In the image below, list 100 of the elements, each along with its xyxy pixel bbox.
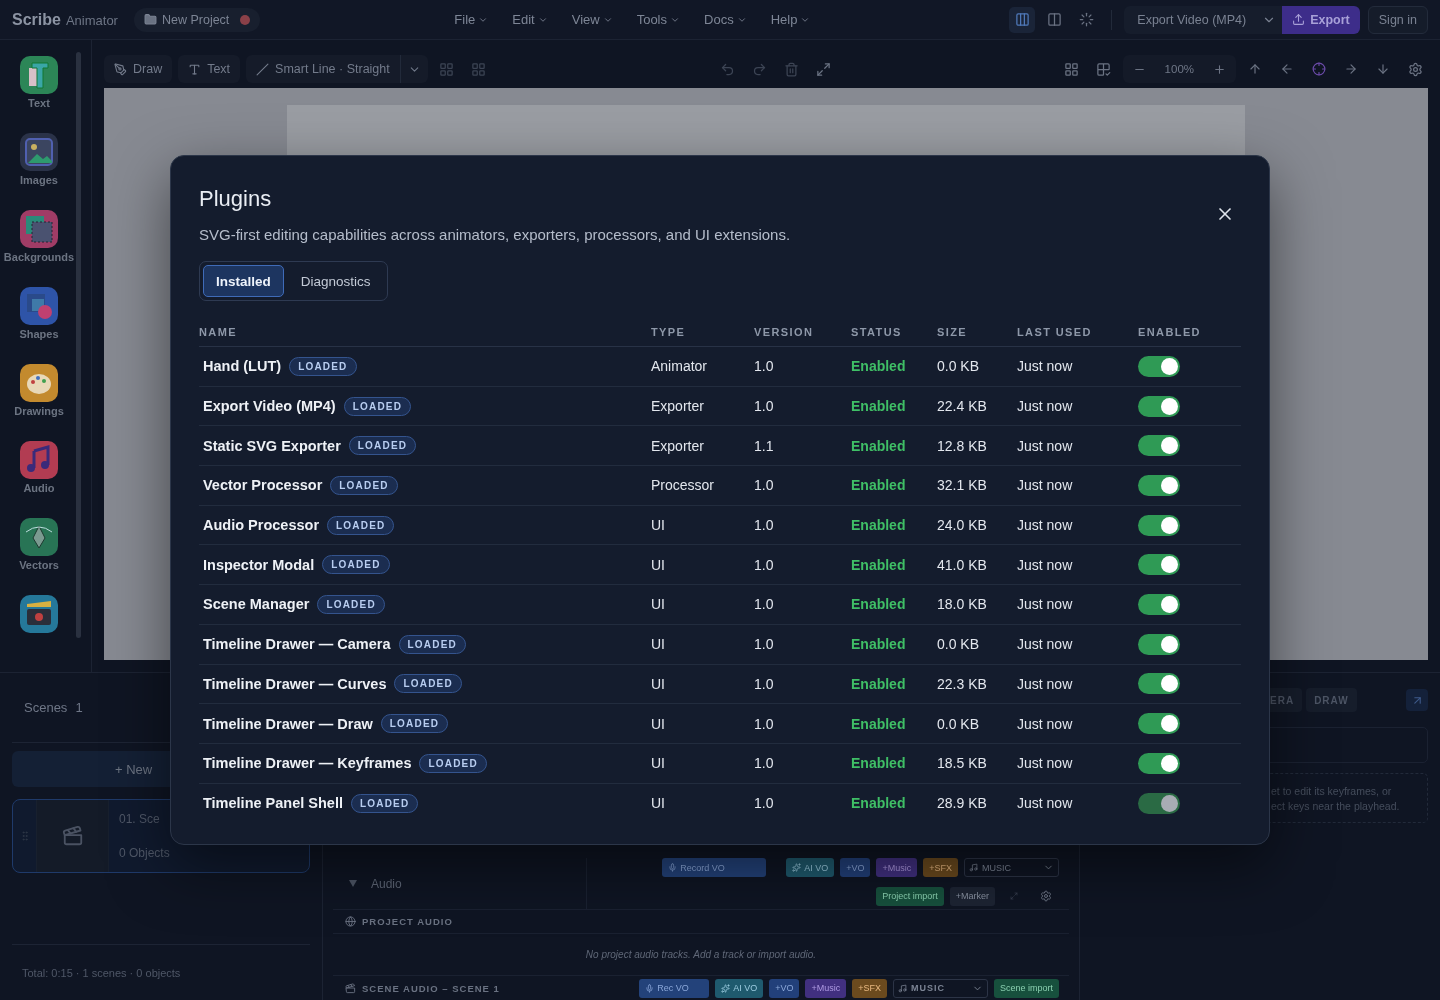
record-button[interactable]: Record VO bbox=[662, 858, 767, 877]
table-cell-text: UI bbox=[651, 636, 666, 653]
app-subtitle: Animator bbox=[65, 13, 118, 28]
sparkle-icon bbox=[721, 983, 731, 993]
table-cell-text: 1.0 bbox=[754, 477, 775, 494]
rail-label[interactable]: Vectors bbox=[19, 559, 59, 571]
plugin-name: Hand (LUT) bbox=[203, 358, 282, 375]
scene-title: 01. Sce bbox=[119, 812, 161, 826]
import-button[interactable]: Scene import bbox=[993, 978, 1059, 998]
split-view-icon bbox=[1014, 12, 1030, 27]
import-button[interactable]: Project import bbox=[876, 886, 944, 906]
menu-item[interactable]: Edit bbox=[512, 12, 548, 27]
object-count: 0 Objects bbox=[119, 846, 171, 860]
table-cell-text: Just now bbox=[1017, 596, 1074, 613]
marker-button[interactable]: +Marker bbox=[949, 886, 995, 906]
rail-label[interactable]: Backgrounds bbox=[3, 251, 75, 263]
scrollbar[interactable] bbox=[76, 52, 81, 638]
enable-toggle[interactable] bbox=[1138, 554, 1180, 576]
enable-toggle[interactable] bbox=[1138, 633, 1180, 655]
add-track-button[interactable]: +VO bbox=[840, 858, 871, 877]
enable-toggle[interactable] bbox=[1138, 355, 1180, 377]
upload-icon bbox=[1292, 13, 1306, 26]
collapse-icon[interactable] bbox=[349, 880, 357, 887]
rail-label[interactable]: Audio bbox=[23, 482, 55, 494]
table-cell-text: Just now bbox=[1017, 675, 1074, 692]
project-pill[interactable]: New Project bbox=[133, 7, 261, 32]
shapes-icon[interactable] bbox=[20, 287, 58, 325]
table-cell-text: 1.0 bbox=[754, 517, 775, 534]
menu-item[interactable]: Docs bbox=[704, 12, 747, 27]
scenes-icon[interactable] bbox=[20, 595, 58, 633]
rail-label[interactable]: Drawings bbox=[14, 405, 64, 417]
add-track-button[interactable]: +Music bbox=[876, 858, 918, 877]
text-button[interactable]: Text bbox=[178, 55, 241, 83]
status-text: Enabled bbox=[851, 556, 907, 573]
status-badge: LOADED bbox=[330, 475, 398, 495]
status-text: Enabled bbox=[851, 477, 907, 494]
add-track-button[interactable]: +SFX bbox=[923, 858, 958, 877]
microphone-icon bbox=[668, 863, 678, 872]
music-select[interactable]: MUSIC bbox=[892, 978, 988, 998]
text-icon bbox=[188, 62, 202, 76]
status-text: Enabled bbox=[851, 755, 907, 772]
record-button[interactable]: Rec VO bbox=[639, 978, 710, 998]
zoom-level: 100% bbox=[1163, 63, 1195, 75]
drawings-icon[interactable] bbox=[20, 364, 58, 402]
audio-icon[interactable] bbox=[20, 441, 58, 479]
text-tool-icon[interactable] bbox=[20, 56, 58, 94]
enable-toggle[interactable] bbox=[1138, 395, 1180, 417]
app-name: Scribe bbox=[12, 10, 61, 29]
status-text: Enabled bbox=[851, 675, 907, 692]
track-group-title: Audio bbox=[371, 876, 402, 891]
vectors-icon[interactable] bbox=[20, 518, 58, 556]
table-cell-text: 12.8 KB bbox=[937, 437, 988, 454]
images-icon[interactable] bbox=[20, 133, 58, 171]
status-text: Enabled bbox=[851, 795, 907, 812]
pop-out-icon[interactable] bbox=[1406, 689, 1428, 711]
table-cell-text: 24.0 KB bbox=[937, 517, 988, 534]
section-title: PROJECT AUDIO bbox=[362, 916, 453, 927]
enable-toggle[interactable] bbox=[1138, 752, 1180, 774]
add-track-button[interactable]: AI VO bbox=[786, 858, 835, 877]
view-mode-button[interactable] bbox=[1009, 6, 1036, 33]
add-track-button[interactable]: +SFX bbox=[852, 978, 887, 998]
rail-label[interactable]: Text bbox=[28, 97, 50, 109]
export-button[interactable]: Export bbox=[1282, 5, 1360, 34]
globe-icon bbox=[345, 916, 356, 927]
export-format-select[interactable]: Export Video (MP4) bbox=[1124, 5, 1283, 34]
enable-toggle[interactable] bbox=[1138, 713, 1180, 735]
menu-item[interactable]: View bbox=[571, 12, 613, 27]
status-text: Enabled bbox=[851, 437, 907, 454]
scenes-summary: Total: 0:15 · 1 scenes · 0 objects bbox=[12, 944, 310, 1000]
add-track-button[interactable]: +Music bbox=[805, 978, 847, 998]
add-track-button[interactable]: AI VO bbox=[715, 978, 764, 998]
table-cell-text: UI bbox=[651, 556, 666, 573]
enable-toggle[interactable] bbox=[1138, 435, 1180, 457]
status-badge: LOADED bbox=[343, 396, 412, 416]
draw-button[interactable]: Draw bbox=[104, 55, 173, 83]
enable-toggle[interactable] bbox=[1138, 514, 1180, 536]
sign-in-button[interactable]: Sign in bbox=[1367, 5, 1428, 34]
table-cell-text: 28.9 KB bbox=[937, 795, 988, 812]
music-select[interactable]: MUSIC bbox=[964, 858, 1059, 877]
rail-label[interactable]: Shapes bbox=[19, 328, 59, 340]
inspector-tab[interactable]: DRAW bbox=[1306, 688, 1357, 712]
table-cell-text: 1.0 bbox=[754, 358, 775, 375]
rail-label[interactable]: Images bbox=[20, 174, 58, 186]
enable-toggle[interactable] bbox=[1138, 673, 1180, 695]
menu-item[interactable]: File bbox=[454, 12, 489, 27]
section-title: SCENE AUDIO – SCENE 1 bbox=[362, 982, 500, 994]
enable-toggle[interactable] bbox=[1138, 474, 1180, 496]
column-header: TYPE bbox=[651, 325, 687, 338]
add-track-button[interactable]: +VO bbox=[769, 978, 800, 998]
dialog-tab[interactable]: Installed bbox=[203, 265, 284, 297]
menu-item[interactable]: Tools bbox=[636, 12, 680, 27]
backgrounds-icon[interactable] bbox=[20, 210, 58, 248]
panel-title: Scenes bbox=[24, 700, 68, 715]
line-icon bbox=[256, 62, 270, 76]
table-cell-text: Exporter bbox=[651, 437, 705, 454]
dialog-tab[interactable]: Diagnostics bbox=[287, 265, 384, 297]
menu-item[interactable]: Help bbox=[770, 12, 811, 27]
table-cell-text: 41.0 KB bbox=[937, 556, 988, 573]
line-mode-button[interactable]: Smart Line · Straight bbox=[246, 55, 400, 83]
enable-toggle[interactable] bbox=[1138, 593, 1180, 615]
